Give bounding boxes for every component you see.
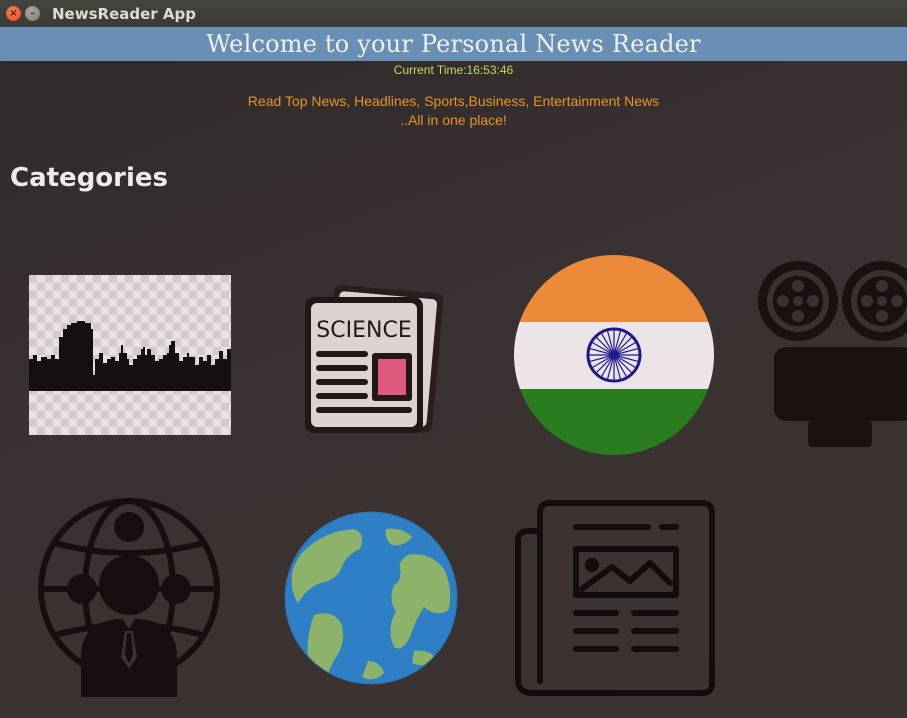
film-camera-icon <box>758 261 907 447</box>
categories-heading: Categories <box>10 163 169 193</box>
welcome-text: Welcome to your Personal News Reader <box>206 30 701 58</box>
main-content: Welcome to your Personal News Reader Cur… <box>0 27 907 718</box>
window-titlebar: × – NewsReader App <box>0 0 907 27</box>
world-globe-icon <box>284 511 458 685</box>
science-newspaper-icon: SCIENCE <box>305 285 444 433</box>
time-value: 16:53:46 <box>466 63 514 77</box>
category-world[interactable] <box>284 511 458 685</box>
current-time: Current Time:16:53:46 <box>0 63 907 77</box>
tagline-line1: Read Top News, Headlines, Sports,Busines… <box>247 93 660 109</box>
category-skyline[interactable] <box>29 275 231 435</box>
india-flag-icon <box>514 255 714 455</box>
category-india[interactable] <box>514 255 714 455</box>
newspaper-icon <box>515 500 715 696</box>
category-entertainment[interactable] <box>758 261 907 451</box>
minimize-window-button[interactable]: – <box>25 6 40 21</box>
business-person-globe-icon <box>38 498 220 697</box>
category-news[interactable] <box>512 497 716 697</box>
category-business[interactable] <box>37 497 222 697</box>
tagline-line2: ..All in one place! <box>400 112 507 128</box>
category-science[interactable]: SCIENCE <box>300 277 450 437</box>
window-title: NewsReader App <box>52 5 196 23</box>
city-skyline-icon <box>29 275 231 435</box>
time-label: Current Time: <box>393 63 467 77</box>
close-window-button[interactable]: × <box>6 6 21 21</box>
science-label: SCIENCE <box>316 318 411 343</box>
welcome-banner: Welcome to your Personal News Reader <box>0 27 907 61</box>
